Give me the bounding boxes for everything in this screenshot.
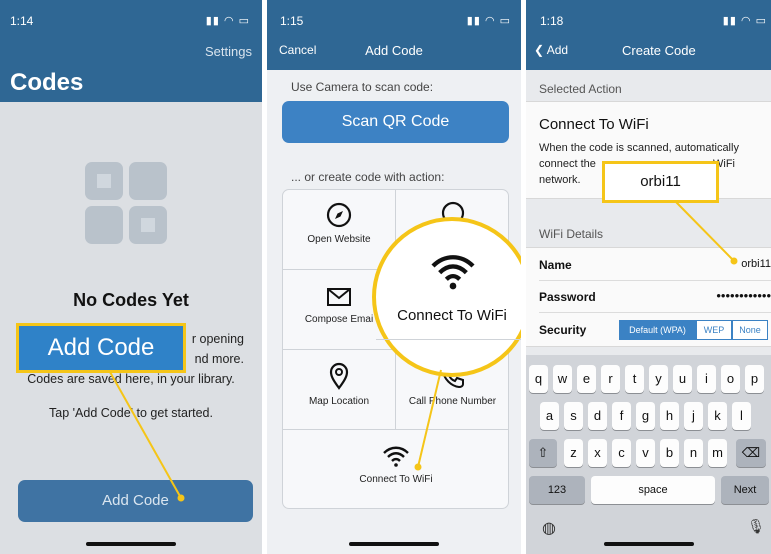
empty-hint: Tap 'Add Code' to get started.: [49, 406, 213, 420]
action-open-website[interactable]: Open Website: [283, 190, 396, 270]
action-desc: connect the: [539, 158, 596, 170]
key[interactable]: l: [732, 402, 751, 430]
backspace-key[interactable]: ⌫: [736, 439, 766, 467]
key[interactable]: i: [697, 365, 716, 393]
scan-qr-button[interactable]: Scan QR Code: [282, 101, 509, 143]
status-time: 1:14: [10, 14, 34, 28]
backspace-icon: ⌫: [741, 445, 761, 460]
empty-title: No Codes Yet: [73, 290, 189, 310]
action-title: Connect To WiFi: [539, 116, 649, 133]
key[interactable]: v: [636, 439, 655, 467]
key[interactable]: f: [612, 402, 631, 430]
action-label: Map Location: [308, 396, 370, 407]
shift-key[interactable]: ⇧: [529, 439, 557, 467]
key[interactable]: g: [636, 402, 655, 430]
add-code-navbar: 1:15 ▮▮ ◠ ▭ Cancel Add Code: [267, 0, 521, 70]
key[interactable]: k: [708, 402, 727, 430]
wifi-icon: [383, 446, 409, 467]
status-icons: ▮▮ ◠ ▭: [205, 15, 250, 27]
page-title: Codes: [10, 69, 84, 96]
action-label: Open Website: [307, 234, 371, 245]
add-code-screen: 1:15 ▮▮ ◠ ▭ Cancel Add Code Use Camera t…: [267, 0, 521, 554]
name-field[interactable]: orbi11: [731, 258, 771, 270]
shift-icon: ⇧: [537, 445, 549, 460]
action-desc: network.: [539, 174, 581, 186]
next-key[interactable]: Next: [721, 476, 769, 504]
zoom-magnifier: Connect To WiFi: [372, 217, 521, 377]
nav-title: Add Code: [365, 43, 423, 58]
create-code-screen: 1:18 ▮▮ ◠ ▭ ❮ Add Create Code Selected A…: [526, 0, 771, 554]
back-label: Add: [546, 43, 569, 57]
action-label: Call Phone Number: [408, 396, 497, 407]
key[interactable]: x: [588, 439, 607, 467]
section-header: Selected Action: [539, 82, 622, 96]
empty-desc-line: Codes are saved here, in your library.: [27, 372, 235, 386]
key[interactable]: d: [588, 402, 607, 430]
key[interactable]: j: [684, 402, 703, 430]
envelope-icon: [327, 288, 351, 306]
wifi-icon: [431, 255, 475, 290]
action-label: Connect To WiFi: [359, 474, 433, 485]
security-label: Security: [539, 323, 587, 337]
camera-caption: Use Camera to scan code:: [291, 80, 434, 94]
add-code-callout: Add Code: [16, 323, 186, 373]
security-option-wpa[interactable]: Default (WPA): [619, 320, 696, 340]
nav-title: Create Code: [622, 43, 696, 58]
codes-screen: 1:14 ▮▮ ◠ ▭ Settings Codes No Codes Yet …: [0, 0, 262, 554]
settings-button[interactable]: Settings: [205, 44, 252, 59]
key[interactable]: u: [673, 365, 692, 393]
key[interactable]: m: [708, 439, 727, 467]
key[interactable]: a: [540, 402, 559, 430]
create-code-navbar: 1:18 ▮▮ ◠ ▭ ❮ Add Create Code: [526, 0, 771, 70]
name-callout: orbi11: [602, 161, 719, 203]
codes-navbar: 1:14 ▮▮ ◠ ▭ Settings Codes: [0, 0, 262, 102]
magnified-label: Connect To WiFi: [397, 307, 507, 324]
security-option-none[interactable]: None: [732, 320, 768, 340]
back-button[interactable]: ❮ Add: [534, 43, 568, 57]
microphone-icon[interactable]: 🎙︎: [747, 518, 765, 535]
status-icons: ▮▮ ◠ ▭: [466, 15, 511, 27]
numbers-key[interactable]: 123: [529, 476, 585, 504]
key[interactable]: z: [564, 439, 583, 467]
key[interactable]: o: [721, 365, 740, 393]
home-indicator: [86, 542, 176, 546]
action-label: Compose Emai: [304, 314, 374, 325]
add-code-button[interactable]: Add Code: [18, 480, 253, 522]
security-option-wep[interactable]: WEP: [696, 320, 732, 340]
key[interactable]: c: [612, 439, 631, 467]
key[interactable]: y: [649, 365, 668, 393]
empty-desc-line: r opening: [191, 332, 244, 346]
onscreen-keyboard: q w e r t y u i o p a s d f g h j k l ⇧ …: [526, 355, 771, 554]
key[interactable]: e: [577, 365, 596, 393]
map-pin-icon: [329, 362, 349, 390]
home-indicator: [349, 542, 439, 546]
home-indicator: [603, 542, 694, 546]
key[interactable]: p: [745, 365, 764, 393]
key[interactable]: s: [564, 402, 583, 430]
key[interactable]: t: [625, 365, 644, 393]
status-time: 1:15: [280, 14, 304, 28]
password-label: Password: [539, 290, 596, 304]
key[interactable]: h: [660, 402, 679, 430]
create-caption: ... or create code with action:: [291, 170, 445, 184]
key[interactable]: q: [529, 365, 548, 393]
section-header: WiFi Details: [539, 227, 604, 241]
password-field[interactable]: ••••••••••••: [716, 288, 771, 303]
action-desc: When the code is scanned, automatically: [539, 142, 739, 154]
empty-desc-line: nd more.: [194, 352, 244, 366]
key[interactable]: r: [601, 365, 620, 393]
key[interactable]: n: [684, 439, 703, 467]
status-icons: ▮▮ ◠ ▭: [722, 15, 767, 27]
key[interactable]: b: [660, 439, 679, 467]
globe-icon[interactable]: ◍: [542, 518, 556, 538]
name-label: Name: [539, 258, 572, 272]
action-connect-wifi[interactable]: Connect To WiFi: [283, 430, 509, 510]
compass-icon: [326, 202, 352, 228]
chevron-left-icon: ❮: [534, 43, 547, 57]
empty-codes-icon: [85, 162, 167, 244]
key[interactable]: w: [553, 365, 572, 393]
action-map-location[interactable]: Map Location: [283, 350, 396, 430]
space-key[interactable]: space: [591, 476, 715, 504]
status-time: 1:18: [540, 14, 564, 28]
